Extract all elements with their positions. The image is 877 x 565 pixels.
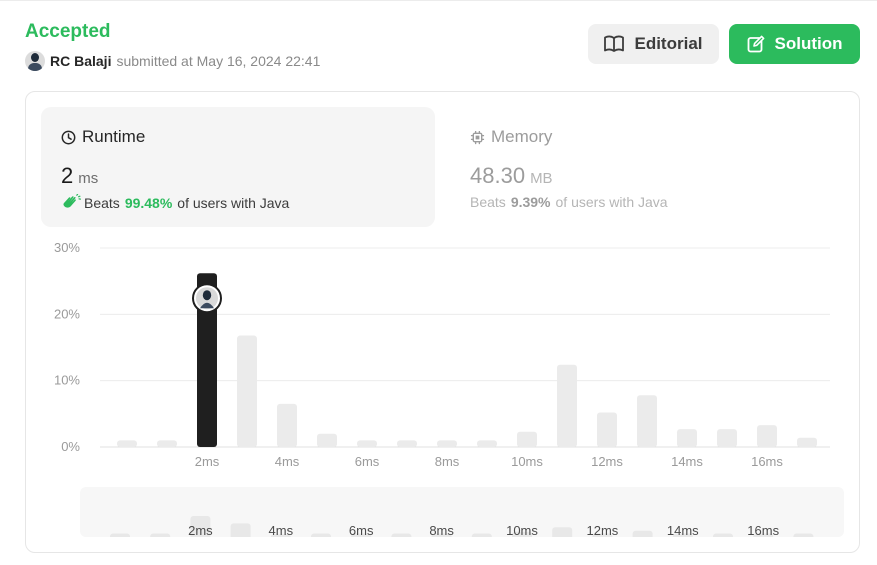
runtime-bar[interactable] [757,425,777,447]
solution-label: Solution [774,34,843,53]
book-icon [604,35,625,52]
navigator-bar [632,530,653,537]
editorial-button[interactable]: Editorial [588,24,719,64]
navigator-bar [150,533,171,537]
navigator-bar [311,533,331,537]
submission-info: RC Balaji submitted at May 16, 2024 22:4… [25,51,320,71]
navigator-tick-label: 2ms [188,523,213,537]
chip-icon [470,130,485,144]
navigator-bar [230,523,251,537]
y-tick-label: 20% [54,306,80,321]
x-tick-label: 6ms [355,454,380,469]
memory-tab[interactable]: Memory [470,127,552,147]
navigator-bar [793,533,814,537]
navigator-bar [713,533,733,537]
user-name-link[interactable]: RC Balaji [50,53,111,69]
navigator-tick-label: 4ms [269,523,294,537]
navigator-tick-label: 16ms [747,523,779,537]
memory-beats: Beats 9.39% of users with Java [470,194,668,210]
x-tick-label: 14ms [671,454,703,469]
memory-beats-percent: 9.39% [510,194,551,210]
runtime-bar[interactable] [797,437,817,447]
runtime-bar[interactable] [317,433,337,447]
user-avatar[interactable] [25,51,45,71]
navigator-tick-label: 12ms [587,523,619,537]
navigator-bar [391,533,412,537]
navigator-tick-label: 10ms [506,523,538,537]
x-tick-label: 16ms [751,454,783,469]
y-tick-label: 0% [61,439,80,454]
runtime-bar[interactable] [517,431,537,447]
top-divider [0,0,877,1]
y-tick-label: 30% [54,240,80,255]
runtime-bar[interactable] [157,440,177,447]
memory-value: 48.30 MB [470,163,553,188]
chart-range-navigator[interactable]: 2ms 4ms 6ms 8ms 10ms 12ms 14ms 16ms [80,487,844,537]
runtime-bar[interactable] [717,429,737,447]
runtime-bar[interactable] [597,412,617,447]
runtime-title: Runtime [61,127,145,147]
runtime-bar[interactable] [237,335,257,447]
navigator-bar [471,533,492,537]
runtime-bar[interactable] [477,440,497,447]
runtime-distribution-chart: 30% 20% 10% 0% 2ms 4ms 6ms 8ms 10ms 12ms 14ms 16ms [54,240,830,469]
submitted-at-text: submitted at May 16, 2024 22:41 [116,53,321,69]
runtime-value: 2 ms [61,163,99,188]
x-tick-label: 10ms [511,454,543,469]
marker-head [202,290,212,301]
solution-button[interactable]: Solution [729,24,860,64]
y-tick-label: 10% [54,373,80,388]
navigator-tick-label: 14ms [667,523,699,537]
runtime-bar[interactable] [437,440,457,447]
x-tick-label: 2ms [195,454,220,469]
x-tick-label: 8ms [435,454,460,469]
navigator-bar [110,533,130,537]
runtime-bar[interactable] [557,364,577,447]
edit-icon [747,35,764,53]
runtime-bar[interactable] [397,440,417,447]
editorial-label: Editorial [634,34,703,53]
navigator-tick-label: 6ms [349,523,374,537]
runtime-bar[interactable] [117,440,137,447]
navigator-bar [552,527,573,537]
runtime-beats: Beats 99.48% of users with Java [61,194,289,212]
runtime-beats-percent: 99.48% [124,195,173,211]
runtime-bar[interactable] [277,403,297,447]
submission-status: Accepted [25,21,111,42]
x-tick-label: 4ms [275,454,300,469]
clap-icon [63,194,81,208]
clock-icon [61,130,76,144]
navigator-tick-label: 8ms [429,523,454,537]
user-avatar-marker[interactable] [192,283,222,314]
runtime-bar[interactable] [357,440,377,447]
runtime-bar[interactable] [637,395,657,447]
runtime-bar[interactable] [677,429,697,447]
x-tick-label: 12ms [591,454,623,469]
